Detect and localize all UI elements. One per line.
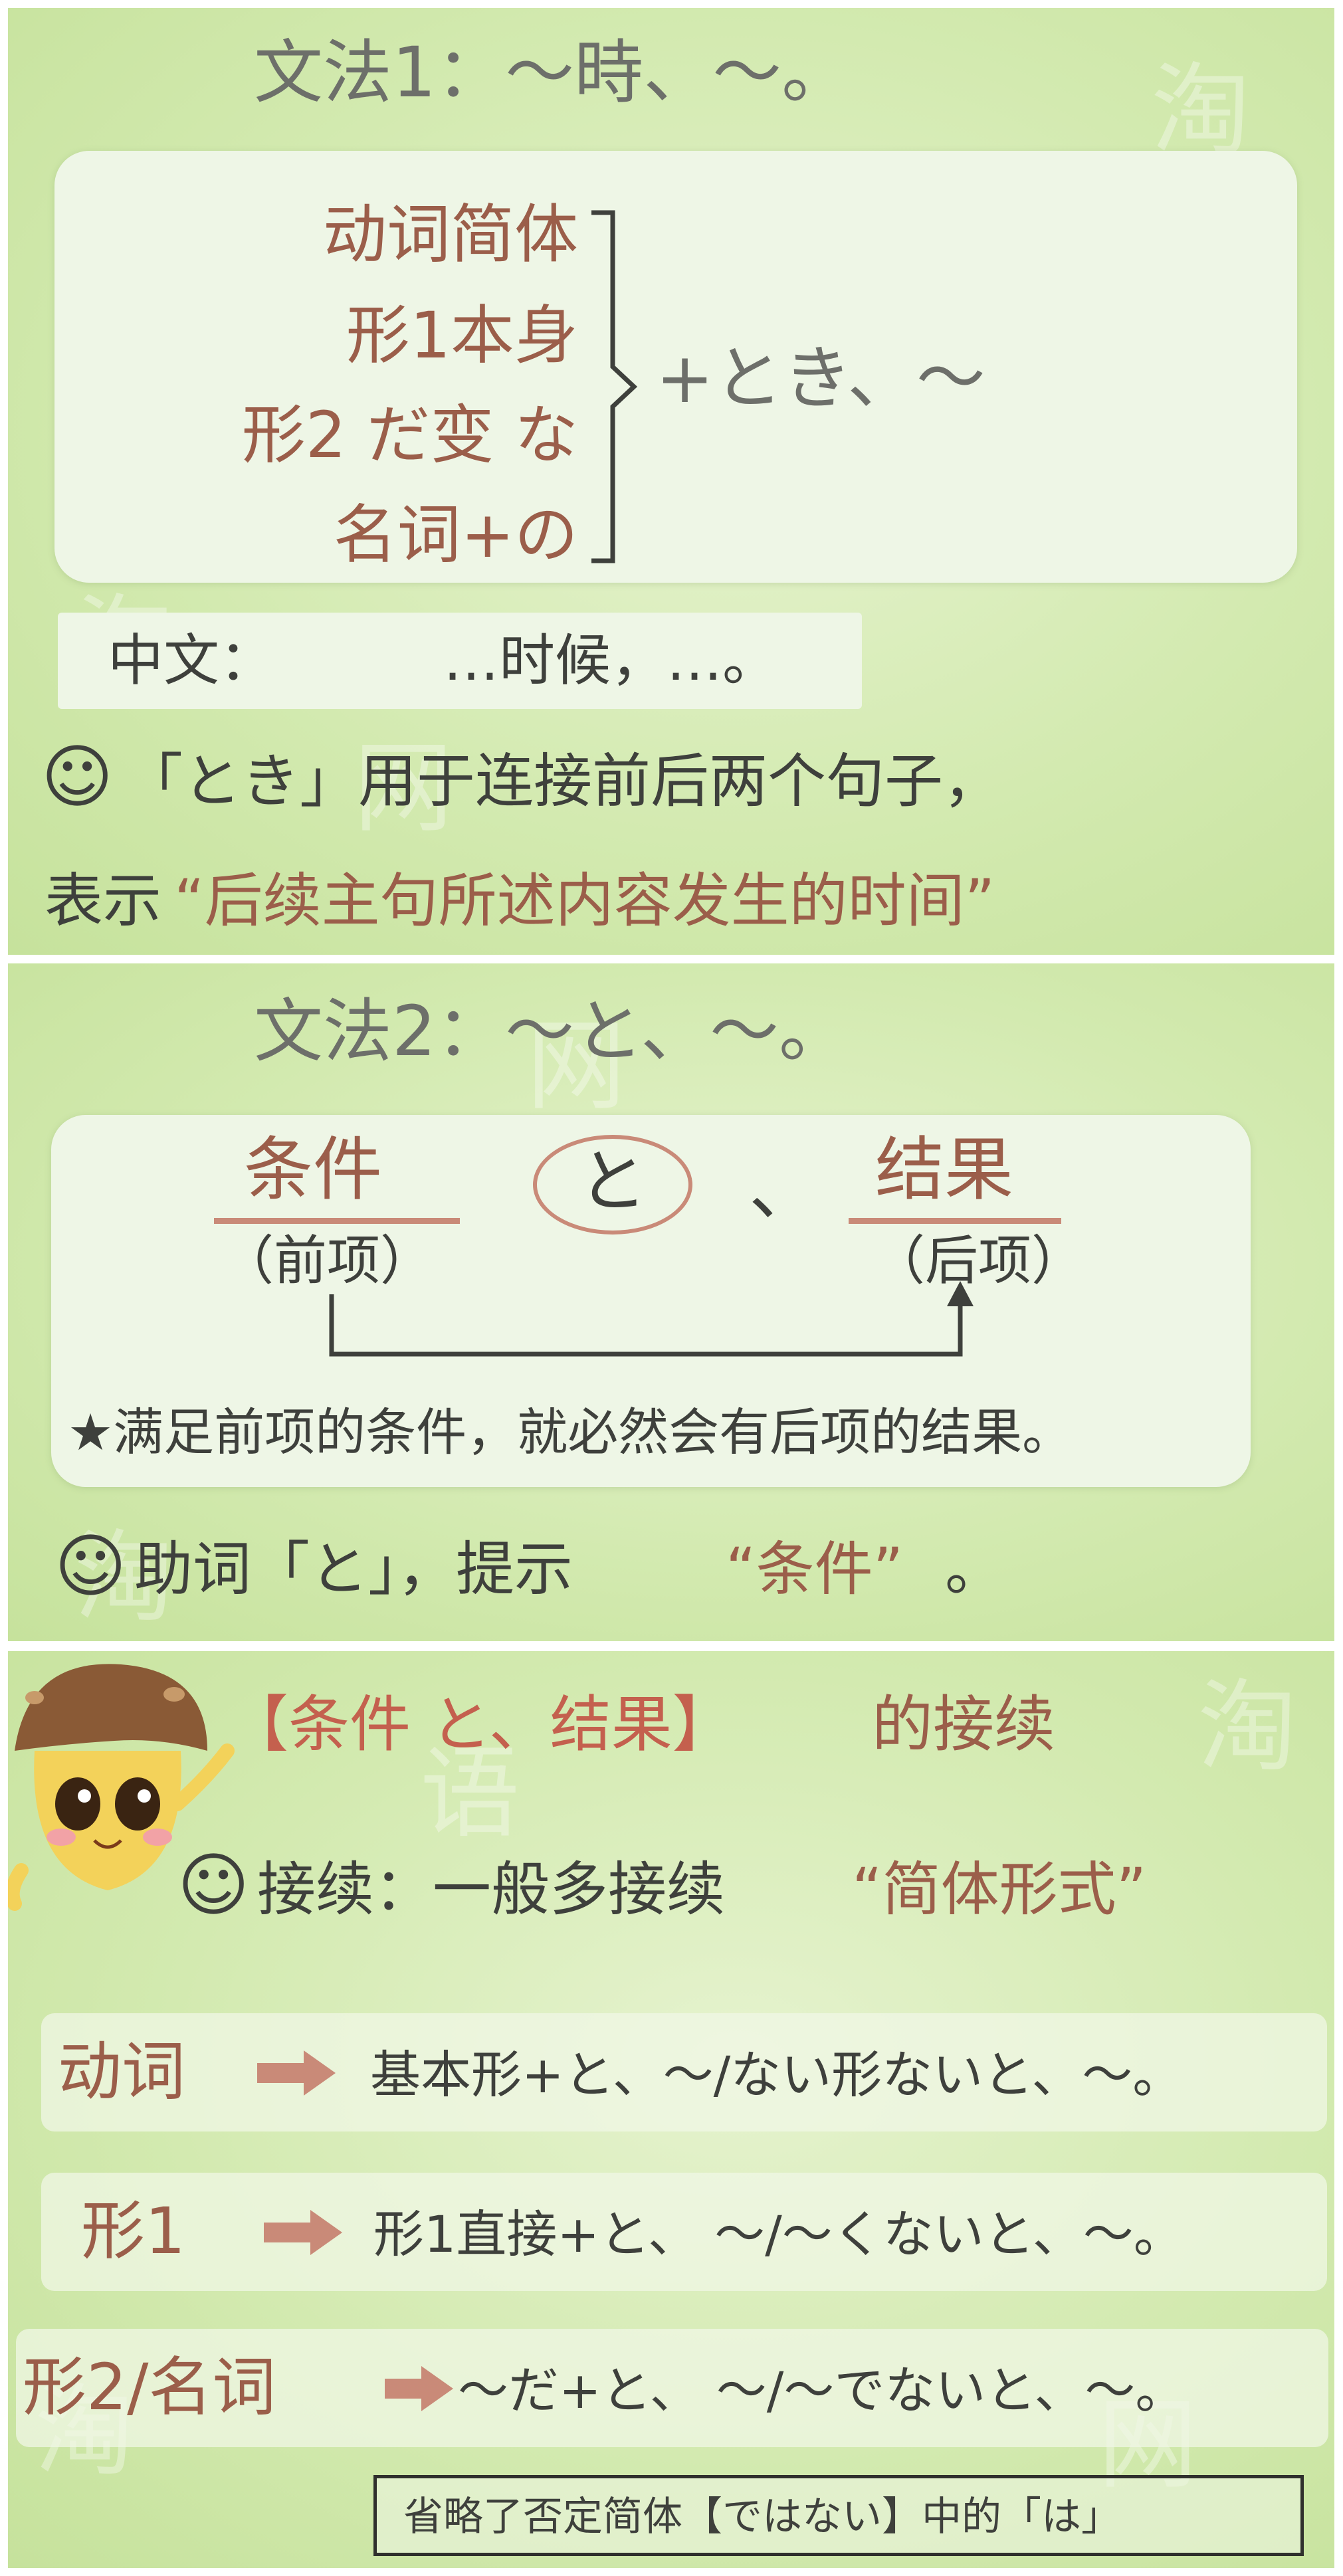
conjugation-row-adj1: 形1 形1直接+と、 ～/～くないと、～。 <box>41 2173 1327 2291</box>
condition-panel: 条件 （前项） と 、 结果 （后项） ★满足前项的条件，就必然会有后项的结果。 <box>51 1115 1251 1487</box>
slide-1: 淘 淘 网 文法1：～時、～。 动词简体 形1本身 形2 だ变 な 名词+の +… <box>8 8 1334 955</box>
conjugation-row-adj2-noun: 形2/名词 ～だ+と、 ～/～でないと、～。 <box>16 2329 1328 2447</box>
note-quote: “条件” <box>726 1535 904 1603</box>
slide-title-bracket: 【条件 と、结果】 <box>227 1689 734 1760</box>
condition-underline <box>214 1218 460 1224</box>
footnote-box: 省略了否定简体【ではない】中的「は」 <box>373 2475 1304 2556</box>
connection-quote: “简体形式” <box>852 1855 1147 1924</box>
result-underline <box>849 1218 1061 1224</box>
result-term: 结果 <box>875 1129 1014 1210</box>
slide-3: 淘 语 淘 网 【条件 と、结果】 的接续 ☺ 接续：一般多接续 “简体形式” … <box>8 1651 1334 2568</box>
result-sub: （后项） <box>872 1230 1085 1292</box>
star-note: ★满足前项的条件，就必然会有后项的结果。 <box>68 1403 1073 1462</box>
note-line-2-prefix: 表示 <box>45 866 162 935</box>
connector-arrow-icon <box>329 1281 974 1357</box>
row-label: 形2/名词 <box>23 2350 276 2425</box>
slide-2: 网 淘 文法2：～と、～。 条件 （前项） と 、 结果 （后项） ★满足前项的… <box>8 963 1334 1641</box>
conjugation-row-verb: 动词 基本形+と、～/ない形ないと、～。 <box>41 2013 1327 2131</box>
arrow-icon <box>257 2063 304 2083</box>
slide-title-rest: 的接续 <box>872 1689 1056 1760</box>
row-rule: 形1直接+と、 ～/～くないと、～。 <box>373 2205 1184 2264</box>
rule-row-noun: 名词+の <box>333 498 578 572</box>
note-line-1: 「とき」用于连接前后两个句子， <box>124 747 1002 815</box>
connection-prefix: 接续：一般多接续 <box>257 1855 726 1924</box>
watermark: 淘 <box>1197 1670 1298 1785</box>
smile-icon: ☺ <box>54 1526 127 1607</box>
watermark: 淘 <box>1151 53 1251 169</box>
particle: と <box>578 1141 648 1222</box>
slide-title: 文法1：～時、～。 <box>254 32 851 113</box>
rule-panel: 动词简体 形1本身 形2 だ变 な 名词+の +とき、～ <box>54 151 1297 583</box>
rule-row-adj2: 形2 だ变 な <box>241 398 578 472</box>
condition-sub: （前项） <box>221 1230 433 1292</box>
note-prefix: 助词「と」，提示 <box>134 1535 573 1603</box>
note-line-2-quote: “后续主句所述内容发生的时间” <box>174 866 995 935</box>
row-rule: ～だ+と、 ～/～でないと、～。 <box>458 2361 1186 2420</box>
footnote-text: 省略了否定简体【ではない】中的「は」 <box>403 2494 1121 2540</box>
particle-comma: 、 <box>749 1149 819 1230</box>
row-label: 形1 <box>81 2194 186 2268</box>
arrow-icon <box>310 2210 342 2255</box>
smile-icon: ☺ <box>41 736 114 817</box>
row-rule: 基本形+と、～/ない形ないと、～。 <box>370 2045 1184 2104</box>
chinese-value: …时候，…。 <box>443 628 779 693</box>
arrow-icon <box>421 2366 453 2411</box>
arrow-icon <box>385 2379 421 2399</box>
rule-row-verb: 动词简体 <box>323 197 578 272</box>
row-label: 动词 <box>58 2034 185 2109</box>
slide-title: 文法2：～と、～。 <box>254 991 849 1072</box>
arrow-icon <box>304 2050 336 2096</box>
bracket-icon <box>591 210 638 563</box>
smile-icon: ☺ <box>177 1844 250 1926</box>
rule-suffix: +とき、～ <box>656 338 985 419</box>
rule-row-adj1: 形1本身 <box>346 298 578 373</box>
note-suffix: 。 <box>945 1535 1004 1603</box>
arrow-icon <box>264 2223 310 2242</box>
condition-term: 条件 <box>244 1129 383 1210</box>
chinese-meaning-box: 中文： …时候，…。 <box>58 613 862 709</box>
chinese-label: 中文： <box>108 628 276 693</box>
